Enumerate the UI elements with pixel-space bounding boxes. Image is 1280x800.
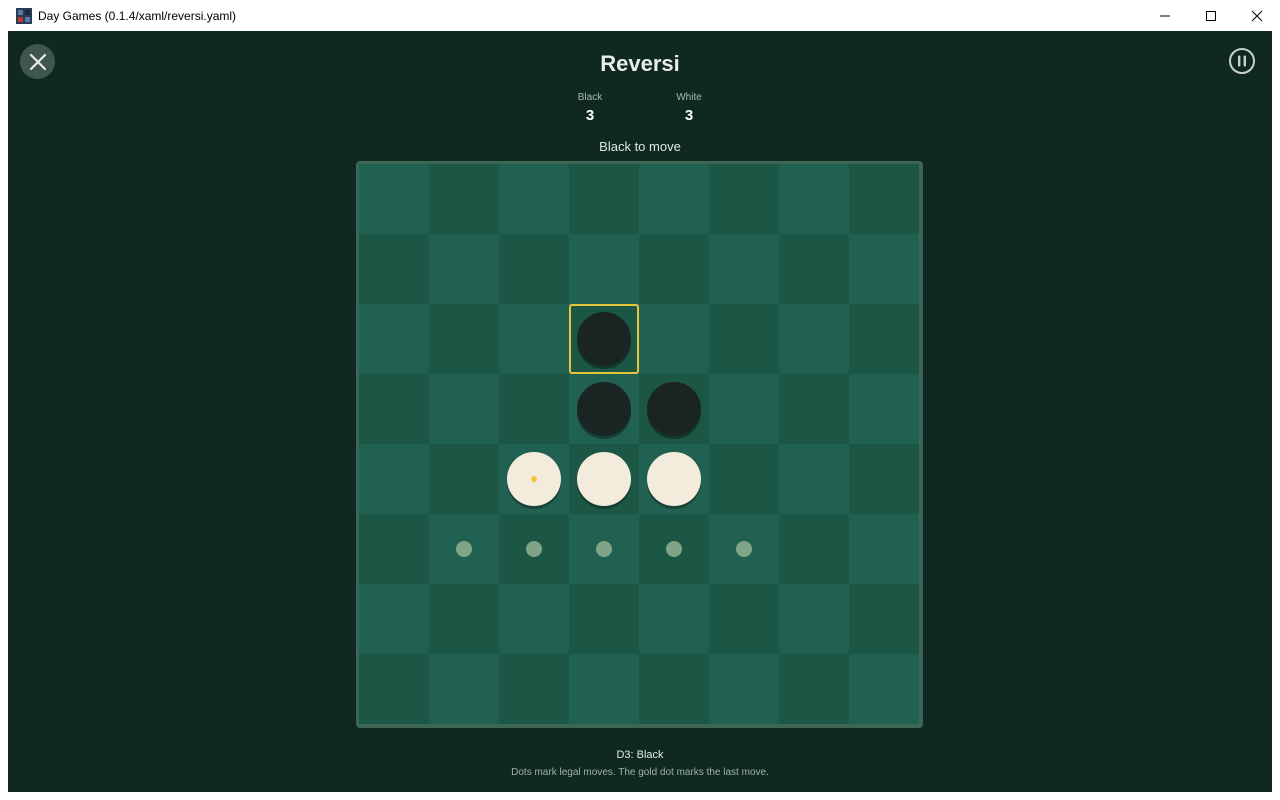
legal-move-dot[interactable] [666, 541, 682, 557]
black-disc [577, 382, 631, 436]
black-disc [647, 382, 701, 436]
board-cell-g2 [779, 234, 849, 304]
board-cell-b5 [429, 444, 499, 514]
board-cell-h6 [849, 514, 919, 584]
board-cell-g5 [779, 444, 849, 514]
maximize-button[interactable] [1188, 0, 1234, 31]
game-title: Reversi [600, 51, 680, 76]
board-cell-f1 [709, 164, 779, 234]
board-cell-e2 [639, 234, 709, 304]
board-cell-d8 [569, 654, 639, 724]
white-disc [577, 452, 631, 506]
board-cell-a5 [359, 444, 429, 514]
board-cell-g1 [779, 164, 849, 234]
board-cell-e8 [639, 654, 709, 724]
score-black: Black 3 [560, 92, 620, 124]
app-icon [16, 7, 32, 24]
board-cell-c6[interactable] [499, 514, 569, 584]
board-cell-e1 [639, 164, 709, 234]
board-cell-h4 [849, 374, 919, 444]
board-frame [356, 161, 923, 728]
legal-move-dot[interactable] [456, 541, 472, 557]
board-cell-b8 [429, 654, 499, 724]
window-border [0, 792, 1280, 800]
board-cell-b7 [429, 584, 499, 654]
last-move-marker [531, 476, 537, 482]
white-disc [507, 452, 561, 506]
window-border [1272, 31, 1280, 800]
board-cell-d4 [569, 374, 639, 444]
window-title: Day Games (0.1.4/xaml/reversi.yaml) [38, 8, 237, 23]
board-cell-h7 [849, 584, 919, 654]
board-cell-a7 [359, 584, 429, 654]
board-cell-d1 [569, 164, 639, 234]
board-cell-f3 [709, 304, 779, 374]
close-window-button[interactable] [1234, 0, 1280, 31]
board-cell-c7 [499, 584, 569, 654]
score-value: 3 [585, 107, 595, 124]
board-cell-d2 [569, 234, 639, 304]
board-cell-e6[interactable] [639, 514, 709, 584]
score-value: 3 [684, 107, 694, 124]
white-disc [647, 452, 701, 506]
board-cell-e4 [639, 374, 709, 444]
black-disc [577, 312, 631, 366]
board-cell-c8 [499, 654, 569, 724]
board-cell-f4 [709, 374, 779, 444]
board-cell-d6[interactable] [569, 514, 639, 584]
board-cell-d7 [569, 584, 639, 654]
board-cell-g8 [779, 654, 849, 724]
game-area: Reversi Black 3 White 3 Black to move D3… [8, 31, 1272, 792]
board-cell-f7 [709, 584, 779, 654]
board-cell-g4 [779, 374, 849, 444]
board-cell-g6 [779, 514, 849, 584]
score-label: Black [577, 92, 603, 103]
board-cell-c2 [499, 234, 569, 304]
board-cell-b2 [429, 234, 499, 304]
board-cell-b6[interactable] [429, 514, 499, 584]
board-cell-a8 [359, 654, 429, 724]
board-cell-b4 [429, 374, 499, 444]
board-cell-a3 [359, 304, 429, 374]
board-cell-f2 [709, 234, 779, 304]
board-cell-f5 [709, 444, 779, 514]
board-cell-g7 [779, 584, 849, 654]
legal-move-dot[interactable] [736, 541, 752, 557]
board-cell-a2 [359, 234, 429, 304]
board-cell-c4 [499, 374, 569, 444]
score-white: White 3 [659, 92, 719, 124]
score-label: White [676, 92, 702, 103]
legal-move-dot[interactable] [596, 541, 612, 557]
title-bar: Day Games (0.1.4/xaml/reversi.yaml) [0, 0, 1280, 31]
board-cell-h3 [849, 304, 919, 374]
board-cell-e5 [639, 444, 709, 514]
board-cell-b3 [429, 304, 499, 374]
board-cell-c1 [499, 164, 569, 234]
board-cell-h2 [849, 234, 919, 304]
minimize-button[interactable] [1142, 0, 1188, 31]
board-cell-c3 [499, 304, 569, 374]
board-cell-h5 [849, 444, 919, 514]
legal-move-dot[interactable] [526, 541, 542, 557]
board-cell-f8 [709, 654, 779, 724]
board-cell-g3 [779, 304, 849, 374]
board-cell-f6[interactable] [709, 514, 779, 584]
board-cell-a6 [359, 514, 429, 584]
board-cell-d5 [569, 444, 639, 514]
board-cell-c5 [499, 444, 569, 514]
board-cell-d3 [569, 304, 639, 374]
turn-status: Black to move [599, 139, 681, 154]
legend-hint: Dots mark legal moves. The gold dot mark… [511, 767, 769, 778]
board-cell-a4 [359, 374, 429, 444]
last-move-text: D3: Black [616, 749, 664, 761]
board-cell-e7 [639, 584, 709, 654]
game-board [359, 164, 919, 724]
board-cell-h1 [849, 164, 919, 234]
board-cell-b1 [429, 164, 499, 234]
board-cell-a1 [359, 164, 429, 234]
board-cell-e3 [639, 304, 709, 374]
board-cell-h8 [849, 654, 919, 724]
